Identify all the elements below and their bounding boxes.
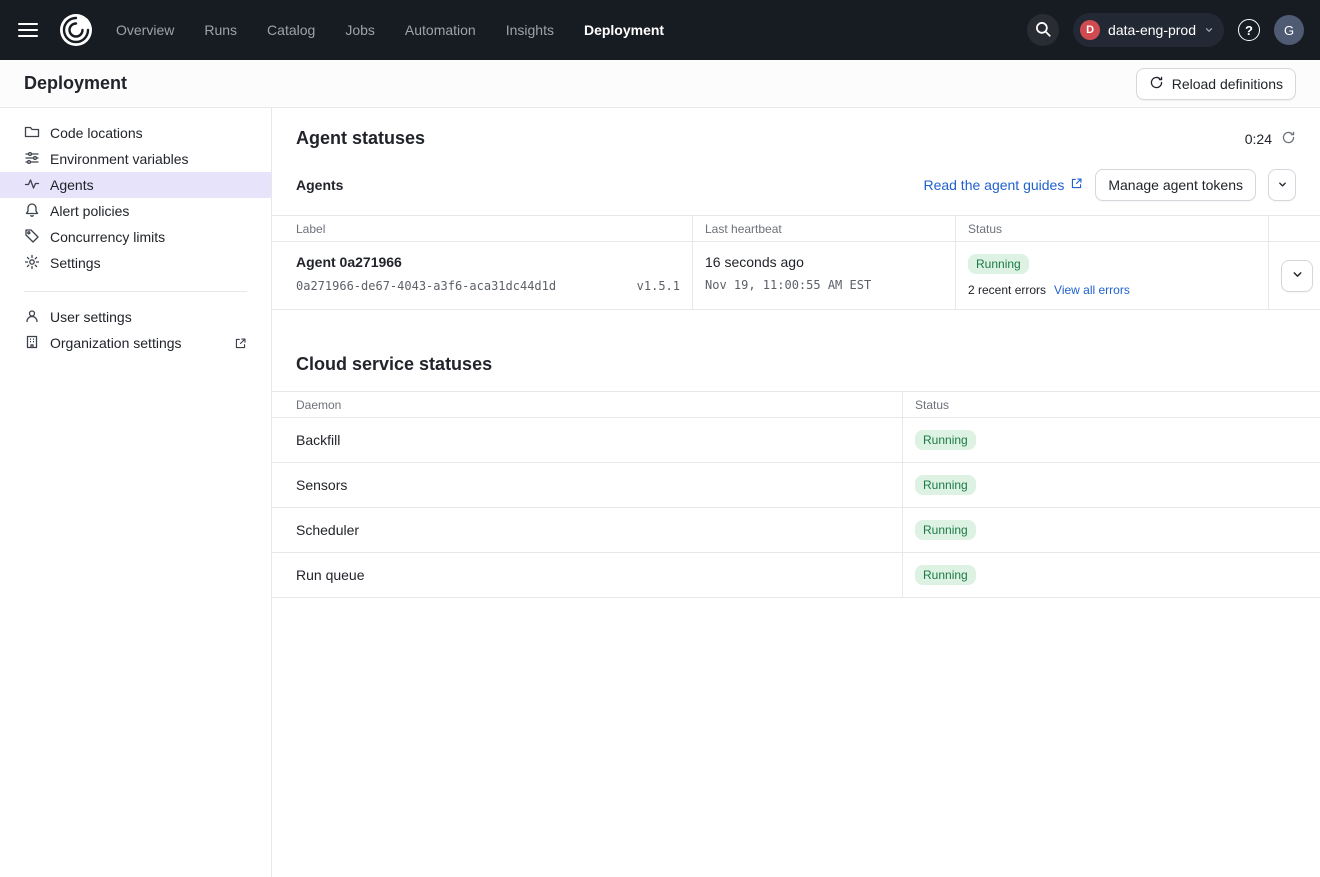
- sidebar-item-settings[interactable]: Settings: [0, 250, 271, 276]
- agent-id: 0a271966-de67-4043-a3f6-aca31dc44d1d: [296, 279, 556, 293]
- agents-table-header: Label Last heartbeat Status: [272, 215, 1320, 242]
- agent-expand-cell: [1268, 242, 1320, 309]
- hamburger-menu-icon[interactable]: [18, 18, 44, 42]
- sidebar-item-concurrency-limits[interactable]: Concurrency limits: [0, 224, 271, 250]
- deployment-switcher-label: data-eng-prod: [1108, 22, 1196, 38]
- column-header-status: Status: [955, 216, 1268, 241]
- chevron-down-icon: [1291, 268, 1304, 284]
- column-header-label: Label: [272, 216, 692, 241]
- gear-icon: [24, 254, 40, 273]
- agent-status-cell: Running 2 recent errors View all errors: [955, 242, 1268, 309]
- help-icon[interactable]: ?: [1238, 19, 1260, 41]
- search-button[interactable]: [1027, 14, 1059, 46]
- nav-automation[interactable]: Automation: [405, 22, 476, 38]
- sidebar-item-organization-settings[interactable]: Organization settings: [0, 330, 271, 356]
- column-header-daemon: Daemon: [272, 392, 902, 417]
- status-badge: Running: [915, 475, 976, 495]
- agents-table: Label Last heartbeat Status Agent 0a2719…: [272, 215, 1320, 310]
- manage-agent-tokens-button[interactable]: Manage agent tokens: [1095, 169, 1256, 201]
- nav-runs[interactable]: Runs: [204, 22, 237, 38]
- agents-icon: [24, 176, 40, 195]
- daemon-name: Sensors: [272, 463, 902, 507]
- table-row: Backfill Running: [272, 418, 1320, 463]
- heartbeat-timestamp: Nov 19, 11:00:55 AM EST: [705, 278, 943, 292]
- caret-down-icon: [1277, 177, 1288, 193]
- table-row: Sensors Running: [272, 463, 1320, 508]
- daemon-name: Run queue: [272, 553, 902, 597]
- heartbeat-relative: 16 seconds ago: [705, 254, 943, 270]
- agent-statuses-title: Agent statuses: [296, 128, 425, 149]
- main-content: Agent statuses 0:24 Agents Read the agen…: [272, 108, 1320, 877]
- external-link-icon: [1070, 177, 1083, 193]
- sidebar-item-environment-variables[interactable]: Environment variables: [0, 146, 271, 172]
- refresh-countdown: 0:24: [1245, 131, 1272, 147]
- search-icon: [1034, 20, 1052, 41]
- dagster-logo[interactable]: [58, 12, 94, 48]
- nav-jobs[interactable]: Jobs: [345, 22, 375, 38]
- status-badge: Running: [915, 430, 976, 450]
- view-all-errors-link[interactable]: View all errors: [1054, 283, 1130, 297]
- bell-icon: [24, 202, 40, 221]
- column-header-status: Status: [902, 392, 1320, 417]
- deployment-sidebar: Code locations Environment variables Age…: [0, 108, 272, 877]
- agent-label-cell: Agent 0a271966 0a271966-de67-4043-a3f6-a…: [272, 242, 692, 309]
- daemon-name: Backfill: [272, 418, 902, 462]
- column-header-expand: [1268, 216, 1320, 241]
- building-icon: [24, 334, 40, 353]
- nav-insights[interactable]: Insights: [506, 22, 554, 38]
- folder-icon: [24, 124, 40, 143]
- user-icon: [24, 308, 40, 327]
- sidebar-divider: [24, 291, 247, 292]
- nav-deployment[interactable]: Deployment: [584, 22, 664, 38]
- tag-icon: [24, 228, 40, 247]
- top-navigation-bar: Overview Runs Catalog Jobs Automation In…: [0, 0, 1320, 60]
- avatar[interactable]: G: [1274, 15, 1304, 45]
- nav-catalog[interactable]: Catalog: [267, 22, 315, 38]
- daemon-name: Scheduler: [272, 508, 902, 552]
- agent-row: Agent 0a271966 0a271966-de67-4043-a3f6-a…: [272, 242, 1320, 310]
- sliders-icon: [24, 150, 40, 169]
- table-row: Run queue Running: [272, 553, 1320, 598]
- deployment-switcher[interactable]: D data-eng-prod: [1073, 13, 1224, 47]
- agent-version: v1.5.1: [637, 279, 680, 293]
- cloud-table-header: Daemon Status: [272, 391, 1320, 418]
- cloud-service-statuses-title: Cloud service statuses: [272, 310, 1320, 391]
- agent-name: Agent 0a271966: [296, 254, 680, 270]
- reload-icon: [1149, 75, 1164, 93]
- external-link-icon: [234, 337, 247, 350]
- nav-overview[interactable]: Overview: [116, 22, 174, 38]
- sidebar-item-code-locations[interactable]: Code locations: [0, 120, 271, 146]
- agent-heartbeat-cell: 16 seconds ago Nov 19, 11:00:55 AM EST: [692, 242, 955, 309]
- column-header-last-heartbeat: Last heartbeat: [692, 216, 955, 241]
- cloud-services-table: Daemon Status Backfill Running Sensors R…: [272, 391, 1320, 598]
- status-badge: Running: [968, 254, 1029, 274]
- top-nav: Overview Runs Catalog Jobs Automation In…: [116, 22, 664, 38]
- page-header: Deployment Reload definitions: [0, 60, 1320, 108]
- agent-guides-link[interactable]: Read the agent guides: [923, 177, 1083, 193]
- status-badge: Running: [915, 565, 976, 585]
- agent-tokens-menu-button[interactable]: [1268, 169, 1296, 201]
- sidebar-item-agents[interactable]: Agents: [0, 172, 271, 198]
- agents-heading: Agents: [296, 177, 343, 193]
- sidebar-item-alert-policies[interactable]: Alert policies: [0, 198, 271, 224]
- reload-definitions-button[interactable]: Reload definitions: [1136, 68, 1296, 100]
- refresh-icon[interactable]: [1281, 130, 1296, 148]
- deployment-badge: D: [1080, 20, 1100, 40]
- agent-expand-button[interactable]: [1281, 260, 1313, 292]
- chevron-down-icon: [1204, 22, 1214, 38]
- page-title: Deployment: [24, 73, 127, 94]
- status-badge: Running: [915, 520, 976, 540]
- recent-errors-text: 2 recent errors: [968, 283, 1046, 297]
- sidebar-item-user-settings[interactable]: User settings: [0, 304, 271, 330]
- table-row: Scheduler Running: [272, 508, 1320, 553]
